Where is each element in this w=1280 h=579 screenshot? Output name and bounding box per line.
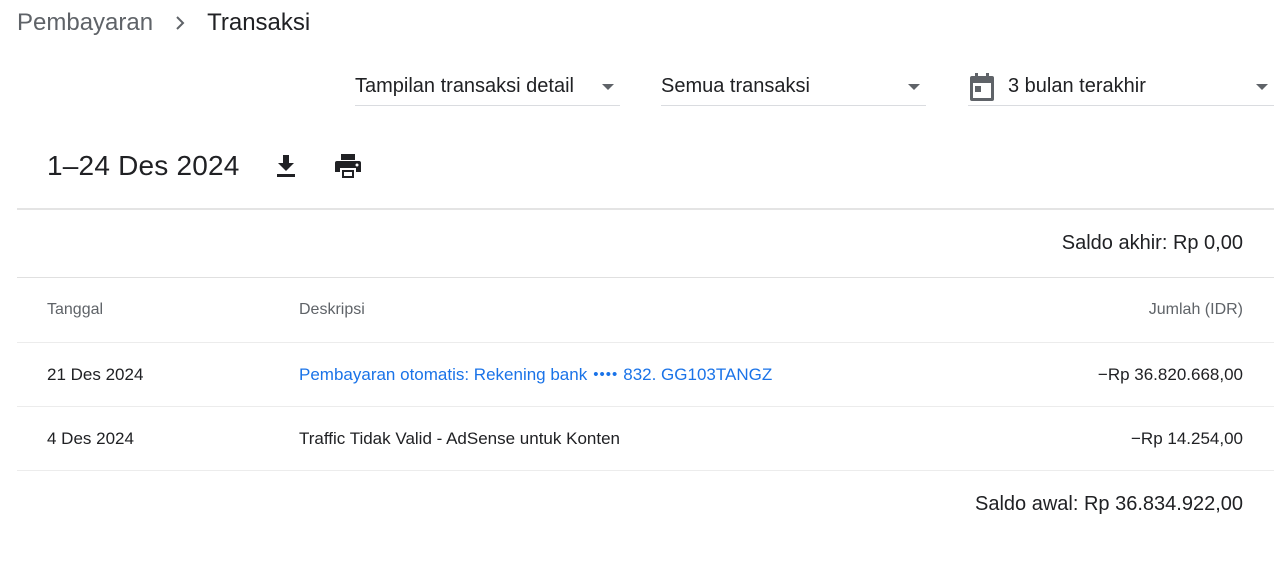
date-range-dropdown[interactable]: 3 bulan terakhir bbox=[968, 68, 1274, 106]
date-range-value: 3 bulan terakhir bbox=[1008, 75, 1146, 97]
transactions-table: Tanggal Deskripsi Jumlah (IDR) 21 Des 20… bbox=[17, 278, 1274, 471]
column-header-date: Tanggal bbox=[47, 301, 104, 318]
table-header-row: Tanggal Deskripsi Jumlah (IDR) bbox=[17, 278, 1274, 343]
column-header-description: Deskripsi bbox=[299, 301, 365, 318]
row-amount: −Rp 36.820.668,00 bbox=[1097, 364, 1243, 384]
period-header: 1–24 Des 2024 bbox=[47, 146, 366, 186]
download-icon bbox=[276, 155, 295, 177]
period-title: 1–24 Des 2024 bbox=[47, 150, 240, 181]
table-row: 21 Des 2024 Pembayaran otomatis: Rekenin… bbox=[17, 343, 1274, 407]
transaction-type-value: Semua transaksi bbox=[661, 75, 810, 97]
caret-down-icon bbox=[602, 84, 614, 90]
payment-detail-link[interactable]: Pembayaran otomatis: Rekening bank •••• 83… bbox=[299, 365, 772, 385]
table-row: 4 Des 2024 Traffic Tidak Valid - AdSense… bbox=[17, 407, 1274, 471]
masked-account-dots: •••• bbox=[593, 365, 619, 383]
row-date: 21 Des 2024 bbox=[47, 364, 144, 384]
print-button[interactable] bbox=[330, 148, 366, 184]
breadcrumb: Pembayaran Transaksi bbox=[17, 8, 310, 38]
row-description-suffix: 832. GG103TANGZ bbox=[623, 364, 773, 384]
chevron-right-icon bbox=[173, 16, 187, 30]
transaction-type-dropdown[interactable]: Semua transaksi bbox=[661, 68, 926, 106]
calendar-icon bbox=[968, 72, 996, 102]
row-description: Traffic Tidak Valid - AdSense untuk Kont… bbox=[299, 428, 620, 448]
start-balance: Saldo awal: Rp 36.834.922,00 bbox=[975, 493, 1243, 515]
row-amount: −Rp 14.254,00 bbox=[1130, 428, 1243, 448]
end-balance: Saldo akhir: Rp 0,00 bbox=[1061, 232, 1243, 254]
download-button[interactable] bbox=[268, 148, 304, 184]
column-header-amount: Jumlah (IDR) bbox=[1148, 301, 1243, 318]
transaction-view-dropdown[interactable]: Tampilan transaksi detail bbox=[355, 68, 620, 106]
breadcrumb-payments-link[interactable]: Pembayaran bbox=[17, 9, 153, 37]
transaction-view-value: Tampilan transaksi detail bbox=[355, 75, 574, 97]
row-description: Pembayaran otomatis: Rekening bank bbox=[299, 364, 588, 384]
page-title: Transaksi bbox=[207, 9, 311, 36]
row-date: 4 Des 2024 bbox=[47, 428, 134, 448]
print-icon bbox=[334, 154, 361, 178]
divider bbox=[17, 208, 1274, 210]
caret-down-icon bbox=[1256, 84, 1268, 90]
caret-down-icon bbox=[908, 84, 920, 90]
